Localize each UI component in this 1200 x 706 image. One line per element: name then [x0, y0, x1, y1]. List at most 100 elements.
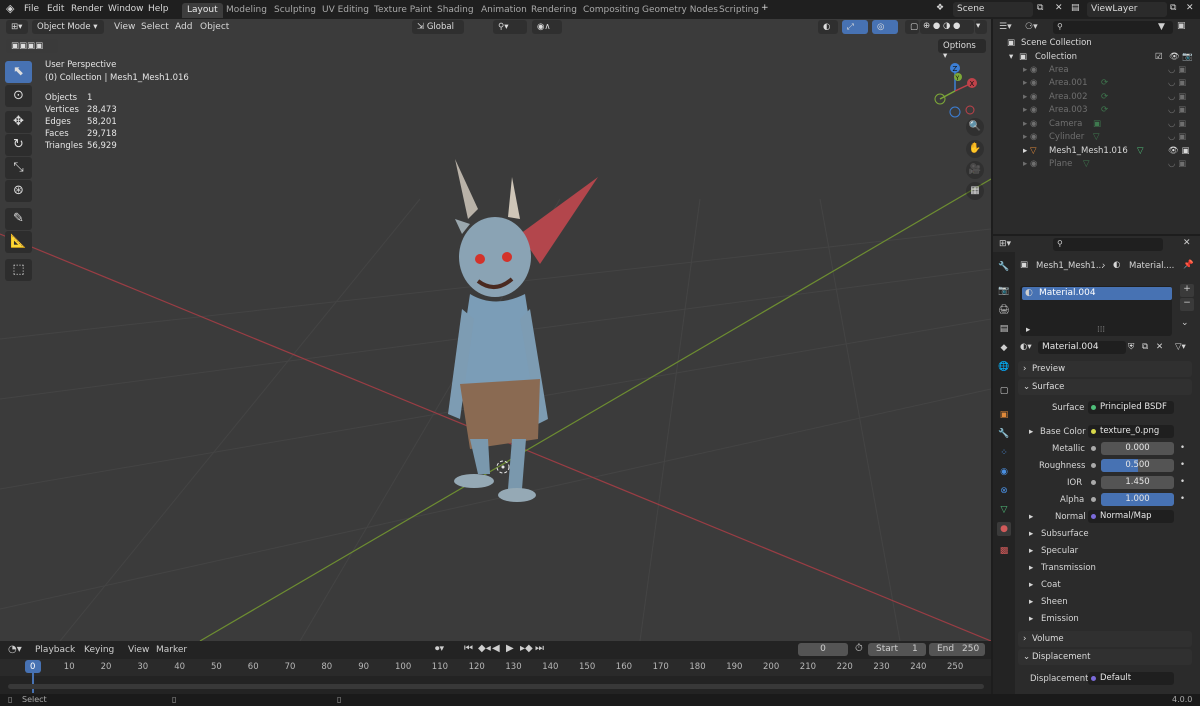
expand-arrow-icon[interactable]: ▸: [1029, 580, 1033, 590]
alpha-slider[interactable]: 1.000: [1101, 493, 1174, 506]
display-mode-icon[interactable]: ⚆▾: [1025, 22, 1038, 32]
expand-arrow-icon[interactable]: ▸: [1029, 597, 1033, 607]
displacement-panel-header[interactable]: ⌄ Displacement: [1018, 649, 1192, 665]
tab-uv-editing[interactable]: UV Editing: [317, 3, 374, 18]
camera-view-icon[interactable]: 🎥: [966, 161, 984, 179]
physics-tab-icon[interactable]: ◉: [997, 465, 1011, 479]
duplicate-material-icon[interactable]: ⧉: [1142, 342, 1148, 352]
collection-tab-icon[interactable]: ▢: [997, 384, 1011, 398]
expand-arrow-icon[interactable]: ▸: [1029, 546, 1033, 556]
delete-layer-icon[interactable]: ✕: [1186, 3, 1194, 13]
remove-slot-button[interactable]: −: [1180, 298, 1194, 311]
material-slot-item[interactable]: ◐ Material.004: [1022, 287, 1172, 300]
blender-logo-icon[interactable]: ◈: [6, 2, 14, 15]
outliner-row-area-003[interactable]: ▸ ◉ Area.003 ⟳ ◡ ▣: [993, 105, 1200, 118]
metallic-field[interactable]: 0.000: [1101, 442, 1174, 455]
properties-search-input[interactable]: [1053, 238, 1163, 251]
outliner-row-area-001[interactable]: ▸ ◉ Area.001 ⟳ ◡ ▣: [993, 78, 1200, 91]
fake-user-shield-icon[interactable]: ⛨: [1128, 342, 1134, 352]
expand-arrow-icon[interactable]: ▸: [1026, 325, 1030, 335]
tab-geometry-nodes[interactable]: Geometry Nodes: [637, 3, 723, 18]
annotate-tool-icon[interactable]: ✎: [5, 208, 32, 230]
roughness-slider[interactable]: 0.500: [1101, 459, 1174, 472]
scale-tool-icon[interactable]: ⤡: [5, 157, 32, 179]
ortho-grid-icon[interactable]: ▦: [966, 182, 984, 200]
keyframe-dot-icon[interactable]: •: [1180, 494, 1185, 504]
preview-panel-header[interactable]: › Preview: [1018, 361, 1192, 377]
select-mode-icons[interactable]: ▣▣▣▣: [6, 39, 58, 53]
surface-shader-field[interactable]: Principled BSDF: [1088, 401, 1174, 414]
move-tool-icon[interactable]: ✥: [5, 111, 32, 133]
expand-arrow-icon[interactable]: ▸: [1029, 614, 1033, 624]
keyframe-dot-icon[interactable]: •: [1180, 460, 1185, 470]
eye-icon[interactable]: 👁: [1169, 52, 1180, 62]
coat-label[interactable]: Coat: [1041, 580, 1061, 590]
unlink-material-icon[interactable]: ✕: [1156, 342, 1163, 352]
gizmo-toggle-icon[interactable]: ⤢: [842, 20, 868, 34]
visibility-icon[interactable]: ◐: [818, 20, 838, 34]
add-slot-button[interactable]: +: [1180, 284, 1194, 297]
material-name-field[interactable]: Material.004: [1038, 341, 1126, 354]
specular-label[interactable]: Specular: [1041, 546, 1078, 556]
resize-handle-icon[interactable]: ⁞⁞⁞: [1097, 325, 1105, 335]
outliner-row-collection[interactable]: ▾ ▣ Collection ☑ 👁 📷: [993, 52, 1200, 65]
add-cube-tool-icon[interactable]: ⬚: [5, 259, 32, 281]
outliner-row-plane[interactable]: ▸ ◉ Plane ▽ ◡ ▣: [993, 159, 1200, 172]
volume-panel-header[interactable]: › Volume: [1018, 631, 1192, 647]
slot-menu-icon[interactable]: ⌄: [1181, 318, 1189, 328]
particles-tab-icon[interactable]: ⁘: [997, 446, 1011, 460]
transform-orientation-dropdown[interactable]: ⇲ Global: [412, 20, 464, 34]
tool-tab-icon[interactable]: 🔧: [997, 260, 1011, 274]
outliner-row-scene-collection[interactable]: ▣ Scene Collection: [993, 38, 1200, 51]
proportional-edit-icon[interactable]: ◉∧: [532, 20, 562, 34]
viewport-menu-add[interactable]: Add: [175, 22, 192, 32]
tab-texture-paint[interactable]: Texture Paint: [369, 3, 437, 18]
select-box-tool-icon[interactable]: ⬉: [5, 61, 32, 83]
zoom-icon[interactable]: 🔍: [966, 118, 984, 136]
menu-help[interactable]: Help: [148, 4, 169, 14]
viewport-menu-select[interactable]: Select: [141, 22, 169, 32]
normal-field[interactable]: Normal/Map: [1088, 510, 1174, 523]
material-browse-icon[interactable]: ◐▾: [1020, 342, 1032, 352]
outliner-type-icon[interactable]: ☰▾: [999, 22, 1012, 32]
constraints-tab-icon[interactable]: ⊗: [997, 484, 1011, 498]
render-tab-icon[interactable]: 📷: [997, 284, 1011, 298]
overlay-toggle-icon[interactable]: ◎: [872, 20, 898, 34]
transform-tool-icon[interactable]: ⊛: [5, 180, 32, 202]
emission-label[interactable]: Emission: [1041, 614, 1079, 624]
transmission-label[interactable]: Transmission: [1041, 563, 1096, 573]
view-layer-field[interactable]: ViewLayer: [1087, 2, 1167, 17]
copy-layer-icon[interactable]: ⧉: [1170, 3, 1176, 13]
expand-arrow-icon[interactable]: ▸: [1029, 529, 1033, 539]
expand-arrow-icon[interactable]: ▸: [1029, 427, 1033, 437]
properties-type-icon[interactable]: ⊞▾: [999, 239, 1011, 249]
rotate-tool-icon[interactable]: ↻: [5, 134, 32, 156]
shading-dropdown-icon[interactable]: ▾: [975, 20, 987, 34]
xray-icon[interactable]: ▢: [905, 20, 919, 34]
tab-animation[interactable]: Animation: [476, 3, 532, 18]
render-icon[interactable]: 📷: [1182, 52, 1193, 62]
modifier-tab-icon[interactable]: 🔧: [997, 427, 1011, 441]
tab-sculpting[interactable]: Sculpting: [269, 3, 321, 18]
outliner-row-area[interactable]: ▸ ◉ Area ◡ ▣: [993, 65, 1200, 78]
pan-hand-icon[interactable]: ✋: [966, 140, 984, 158]
ior-field[interactable]: 1.450: [1101, 476, 1174, 489]
output-tab-icon[interactable]: 🖨: [997, 303, 1011, 317]
viewport-menu-object[interactable]: Object: [200, 22, 229, 32]
checkbox-icon[interactable]: ☑: [1155, 52, 1163, 62]
material-tab-icon[interactable]: ●: [997, 522, 1011, 536]
subsurface-label[interactable]: Subsurface: [1041, 529, 1089, 539]
menu-render[interactable]: Render: [71, 4, 103, 14]
viewport-menu-view[interactable]: View: [114, 22, 135, 32]
new-collection-icon[interactable]: ▣: [1177, 21, 1186, 31]
texture-tab-icon[interactable]: ▩: [997, 544, 1011, 558]
keyframe-dot-icon[interactable]: •: [1180, 477, 1185, 487]
timeline-scrollbar[interactable]: [8, 684, 984, 689]
expand-icon[interactable]: ▾: [1009, 52, 1013, 62]
tab-shading[interactable]: Shading: [432, 3, 479, 18]
sheen-label[interactable]: Sheen: [1041, 597, 1068, 607]
tab-compositing[interactable]: Compositing: [578, 3, 644, 18]
surface-panel-header[interactable]: ⌄ Surface: [1018, 379, 1192, 395]
navigation-gizmo[interactable]: Z X Y: [928, 61, 983, 121]
outliner-row-cylinder[interactable]: ▸ ◉ Cylinder ▽ ◡ ▣: [993, 132, 1200, 145]
